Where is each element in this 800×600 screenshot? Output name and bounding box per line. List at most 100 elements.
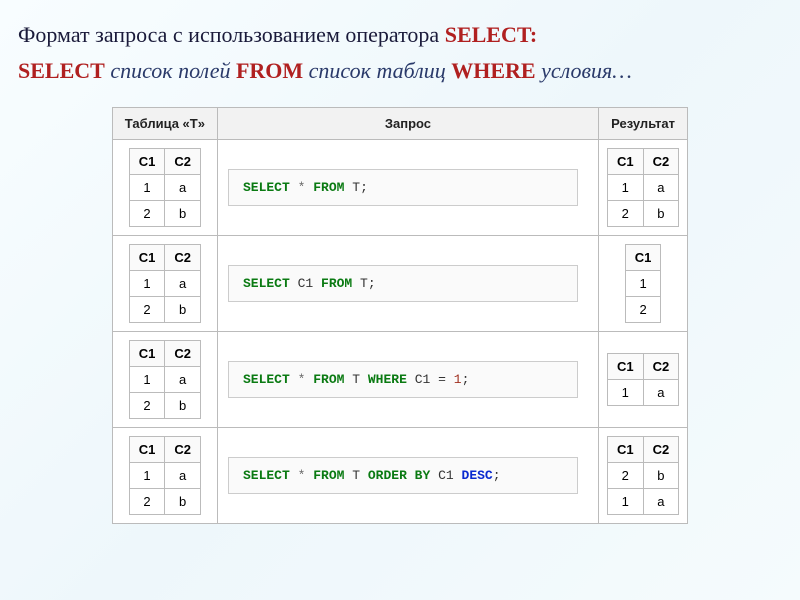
source-mini-table-col: C2 [165,245,201,271]
sql-token: ORDER BY [368,468,430,483]
col-header-table: Таблица «T» [112,108,217,140]
query-cell: SELECT C1 FROM T; [217,236,598,332]
heading-select-kw: SELECT: [445,22,538,47]
sql-token: DESC [462,468,493,483]
sql-token: ; [368,276,376,291]
result-mini-table-col: C1 [607,354,643,380]
sql-token: WHERE [368,372,407,387]
syntax-select-kw: SELECT [18,58,105,83]
source-mini-table-col: C2 [165,149,201,175]
heading-line: Формат запроса с использованием оператор… [18,20,782,50]
sql-token: SELECT [243,276,290,291]
result-mini-table-col: C2 [643,149,679,175]
source-mini-table: C1C21a2b [129,244,201,323]
query-cell: SELECT * FROM T; [217,140,598,236]
source-mini-table-col: C2 [165,437,201,463]
sql-token: T [352,180,360,195]
result-mini-table-cell: 1 [607,175,643,201]
source-mini-table: C1C21a2b [129,340,201,419]
source-mini-table-col: C1 [129,437,165,463]
table-row: C1C21a2bSELECT C1 FROM T;C112 [112,236,687,332]
result-cell: C1C21a2b [598,140,687,236]
sql-query-box: SELECT * FROM T ORDER BY C1 DESC; [228,457,578,494]
result-mini-table-cell: b [643,201,679,227]
sql-token [360,372,368,387]
result-mini-table-col: C2 [643,437,679,463]
examples-table: Таблица «T» Запрос Результат C1C21a2bSEL… [112,107,688,524]
source-mini-table-col: C1 [129,341,165,367]
result-cell: C112 [598,236,687,332]
source-mini-table-cell: a [165,463,201,489]
source-mini-table-col: C2 [165,341,201,367]
sql-token: FROM [313,372,344,387]
sql-token: SELECT [243,468,290,483]
source-table-cell: C1C21a2b [112,236,217,332]
sql-token: C1 [298,276,314,291]
sql-token: 1 [454,372,462,387]
result-mini-table-cell: b [643,463,679,489]
col-header-result: Результат [598,108,687,140]
table-row: C1C21a2bSELECT * FROM T ORDER BY C1 DESC… [112,428,687,524]
source-mini-table-cell: b [165,393,201,419]
result-mini-table-cell: 1 [607,489,643,515]
source-mini-table-cell: b [165,489,201,515]
sql-token [454,468,462,483]
source-table-cell: C1C21a2b [112,332,217,428]
result-cell: C1C21a [598,332,687,428]
source-mini-table-cell: 1 [129,271,165,297]
source-mini-table-cell: 2 [129,393,165,419]
syntax-tables: список таблиц [303,58,451,83]
source-mini-table-cell: 2 [129,201,165,227]
sql-token [352,276,360,291]
result-mini-table: C1C22b1a [607,436,679,515]
source-table-cell: C1C21a2b [112,140,217,236]
result-mini-table-cell: a [643,489,679,515]
source-mini-table-cell: a [165,271,201,297]
sql-token [313,276,321,291]
result-mini-table-cell: 2 [607,201,643,227]
table-row: C1C21a2bSELECT * FROM T WHERE C1 = 1;C1C… [112,332,687,428]
syntax-line: SELECT список полей FROM список таблиц W… [18,56,782,86]
sql-token [430,468,438,483]
sql-token [290,468,298,483]
sql-token [290,276,298,291]
source-mini-table-cell: 2 [129,297,165,323]
result-mini-table-cell: 1 [607,380,643,406]
result-mini-table-col: C2 [643,354,679,380]
source-mini-table-cell: b [165,201,201,227]
sql-token: ; [462,372,470,387]
heading-prefix: Формат запроса с использованием оператор… [18,22,445,47]
result-mini-table-col: C1 [625,245,661,271]
col-header-query: Запрос [217,108,598,140]
sql-token: C1 [415,372,431,387]
source-mini-table-col: C1 [129,149,165,175]
sql-token: T [360,276,368,291]
sql-query-box: SELECT * FROM T WHERE C1 = 1; [228,361,578,398]
sql-token: FROM [321,276,352,291]
sql-token [430,372,438,387]
syntax-where-kw: WHERE [451,58,535,83]
sql-token: ; [360,180,368,195]
sql-token: SELECT [243,372,290,387]
source-mini-table-cell: 2 [129,489,165,515]
source-mini-table-cell: b [165,297,201,323]
result-mini-table-cell: 2 [625,297,661,323]
source-mini-table-cell: 1 [129,367,165,393]
sql-token: C1 [438,468,454,483]
source-table-cell: C1C21a2b [112,428,217,524]
sql-token [360,468,368,483]
sql-token [446,372,454,387]
result-mini-table-col: C1 [607,149,643,175]
result-mini-table: C1C21a [607,353,679,406]
sql-token: T [352,468,360,483]
sql-token [407,372,415,387]
sql-token: = [438,372,446,387]
result-mini-table-cell: 2 [607,463,643,489]
result-mini-table-cell: a [643,380,679,406]
table-header-row: Таблица «T» Запрос Результат [112,108,687,140]
result-mini-table-cell: a [643,175,679,201]
sql-token: FROM [313,468,344,483]
sql-token: T [352,372,360,387]
query-cell: SELECT * FROM T ORDER BY C1 DESC; [217,428,598,524]
table-row: C1C21a2bSELECT * FROM T;C1C21a2b [112,140,687,236]
